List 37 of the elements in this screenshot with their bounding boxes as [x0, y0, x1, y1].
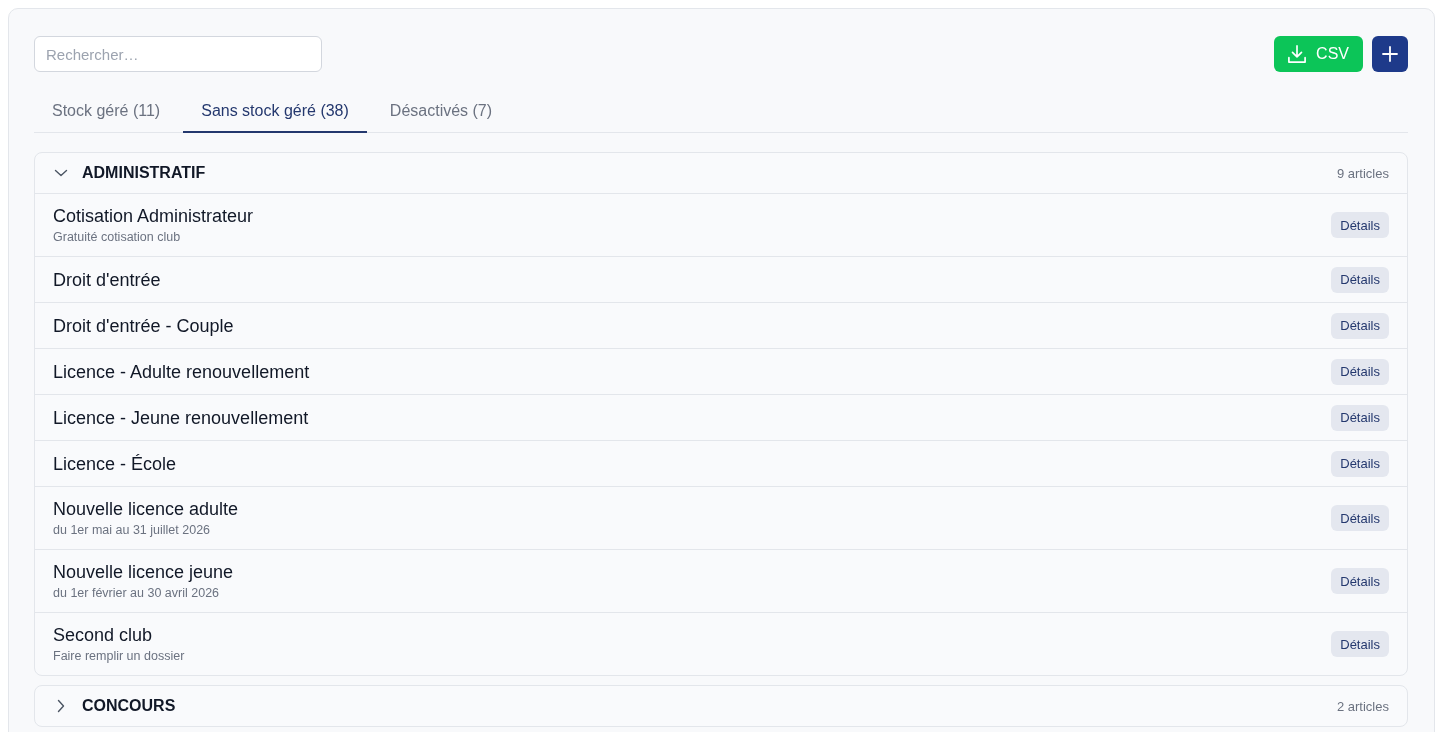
article-name: Second club	[53, 623, 154, 647]
article-name: Licence - École	[53, 452, 177, 476]
details-button[interactable]: Détails	[1331, 266, 1389, 293]
details-button[interactable]: Détails	[1331, 312, 1389, 339]
details-button[interactable]: Détails	[1331, 505, 1389, 531]
tab[interactable]: Stock géré (11)	[34, 90, 179, 133]
download-icon	[1288, 45, 1307, 63]
details-button[interactable]: Détails	[1331, 450, 1389, 477]
category-title: CONCOURS	[82, 697, 176, 715]
article-note: du 1er février au 30 avril 2026	[53, 584, 221, 602]
article-count: 2 articles	[1336, 698, 1389, 714]
tab[interactable]: Désactivés (7)	[371, 90, 511, 133]
article-name: Droit d'entrée - Couple	[53, 314, 234, 338]
details-button[interactable]: Détails	[1331, 631, 1389, 657]
details-button[interactable]: Détails	[1331, 212, 1389, 238]
article-name: Cotisation Administrateur	[53, 204, 254, 228]
article-name: Nouvelle licence jeune	[53, 560, 234, 584]
category-header[interactable]: CONCOURS 2 articles	[35, 686, 1407, 726]
article-name: Licence - Adulte renouvellement	[53, 360, 310, 384]
category-header[interactable]: ADMINISTRATIF 9 articles	[35, 153, 1407, 193]
details-button[interactable]: Détails	[1331, 404, 1389, 431]
article-note: du 1er mai au 31 juillet 2026	[53, 521, 212, 539]
article-name: Licence - Jeune renouvellement	[53, 406, 309, 430]
search-field[interactable]: Rechercher…	[34, 36, 322, 72]
tab[interactable]: Sans stock géré (38)	[183, 90, 367, 133]
article-note: Faire remplir un dossier	[53, 647, 185, 665]
details-button[interactable]: Détails	[1331, 358, 1389, 385]
category-title: ADMINISTRATIF	[82, 164, 206, 182]
chevron-icon	[54, 169, 68, 177]
article-note: Gratuité cotisation club	[53, 228, 182, 246]
plus-icon	[1382, 46, 1398, 62]
article-name: Nouvelle licence adulte	[53, 497, 239, 521]
details-button[interactable]: Détails	[1331, 568, 1389, 594]
chevron-icon	[57, 699, 65, 713]
article-count: 9 articles	[1336, 165, 1389, 181]
add-button[interactable]	[1372, 36, 1408, 72]
article-name: Droit d'entrée	[53, 268, 161, 292]
